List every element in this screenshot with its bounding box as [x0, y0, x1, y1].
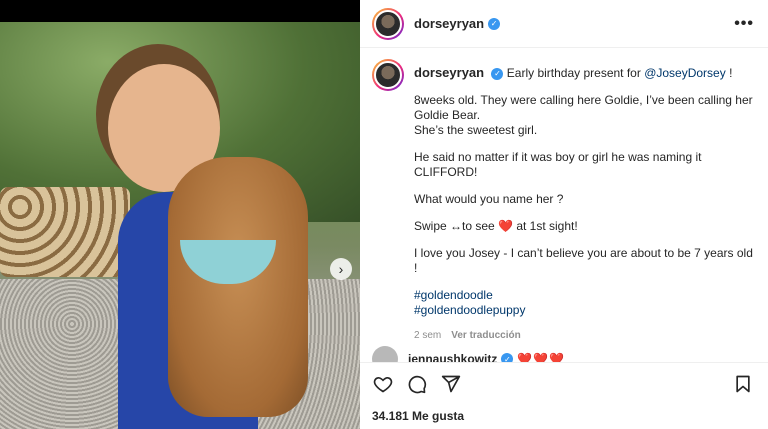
instagram-post-viewer: › dorseyryan ✓ ••• dorseyryan ✓ Early bi…: [0, 0, 768, 429]
post-header: dorseyryan ✓ •••: [360, 0, 768, 48]
more-options-button[interactable]: •••: [734, 15, 754, 33]
author-username[interactable]: dorseyryan: [414, 16, 484, 31]
share-icon: [441, 375, 461, 393]
caption-paragraph: Swipe ↔to see ❤️ at 1st sight!: [414, 219, 578, 233]
hashtag-link[interactable]: #goldendoodle: [414, 288, 756, 303]
caption-first-line: dorseyryan ✓ Early birthday present for …: [414, 59, 756, 81]
post-time: 2 sem: [414, 330, 442, 341]
verified-badge-icon: ✓: [491, 67, 504, 80]
bookmark-icon: [736, 375, 750, 393]
post-photo[interactable]: ›: [0, 22, 360, 429]
caption-paragraph: He said no matter if it was boy or girl …: [414, 150, 702, 179]
likes-count[interactable]: 34.181 Me gusta: [372, 409, 754, 423]
action-icons-row: [372, 363, 754, 405]
comment-button[interactable]: [406, 373, 428, 395]
share-button[interactable]: [440, 373, 462, 395]
photo-logs: [0, 187, 130, 277]
next-slide-button[interactable]: ›: [330, 258, 352, 280]
like-button[interactable]: [372, 373, 394, 395]
caption-intro-end: !: [725, 66, 733, 80]
post-sidebar: dorseyryan ✓ ••• dorseyryan ✓ Early birt…: [360, 0, 768, 429]
caption-author-avatar[interactable]: [372, 59, 404, 91]
heart-icon: [373, 377, 393, 393]
caption-mention-link[interactable]: @JoseyDorsey: [644, 66, 726, 80]
caption-body: dorseyryan ✓ Early birthday present for …: [414, 59, 756, 343]
caption-paragraph: I love you Josey - I can’t believe you a…: [414, 246, 753, 275]
caption-meta: 2 sem Ver traducción: [414, 328, 756, 343]
hashtag-link[interactable]: #goldendoodlepuppy: [414, 303, 756, 318]
actions-bar: 34.181 Me gusta: [360, 362, 768, 429]
hashtag-list: #goldendoodle #goldendoodlepuppy: [414, 288, 756, 318]
comment-icon: [408, 375, 427, 394]
caption-username[interactable]: dorseyryan: [414, 65, 484, 80]
chevron-right-icon: ›: [338, 261, 344, 277]
caption-intro: Early birthday present for: [506, 66, 645, 80]
caption-paragraph: 8weeks old. They were calling here Goldi…: [414, 93, 753, 137]
author-avatar[interactable]: [372, 7, 404, 40]
caption-area: dorseyryan ✓ Early birthday present for …: [360, 49, 768, 359]
see-translation-link[interactable]: Ver traducción: [451, 330, 520, 341]
verified-badge-icon: ✓: [488, 17, 501, 30]
caption-row: dorseyryan ✓ Early birthday present for …: [372, 59, 756, 343]
caption-paragraph: What would you name her ?: [414, 192, 564, 206]
photo-puppy: [168, 157, 308, 417]
save-button[interactable]: [732, 373, 754, 395]
